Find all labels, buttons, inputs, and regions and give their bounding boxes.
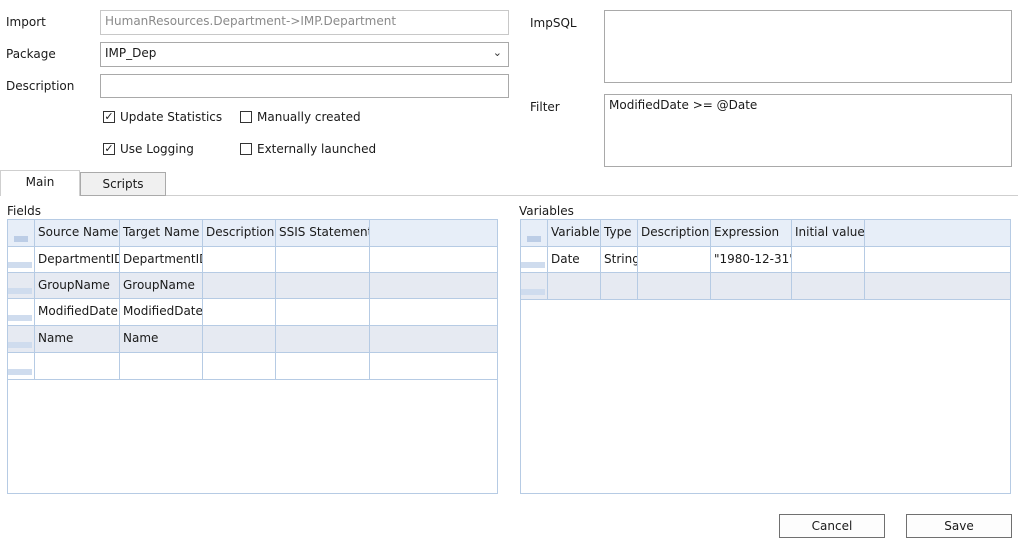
checkmark-icon[interactable]: ✓ xyxy=(103,111,115,123)
cell-description[interactable] xyxy=(203,299,276,326)
cell-ssis-statement[interactable] xyxy=(276,326,370,353)
cell-target-name[interactable]: GroupName xyxy=(120,273,203,299)
table-row[interactable]: ModifiedDate ModifiedDate xyxy=(8,299,497,326)
row-header[interactable] xyxy=(521,273,548,300)
cell-source-name[interactable] xyxy=(35,353,120,380)
cell-source-name[interactable]: Name xyxy=(35,326,120,353)
column-header-expression[interactable]: Expression xyxy=(711,220,792,247)
new-row[interactable] xyxy=(521,273,1010,300)
filter-label: Filter xyxy=(530,100,560,114)
cell-source-name[interactable]: GroupName xyxy=(35,273,120,299)
cancel-button[interactable]: Cancel xyxy=(779,514,885,538)
row-header[interactable] xyxy=(8,353,35,380)
variables-grid[interactable]: Variable Type Description Expression Ini… xyxy=(520,219,1011,494)
cell-ssis-statement[interactable] xyxy=(276,273,370,299)
column-header-ssis-statement[interactable]: SSIS Statement xyxy=(276,220,370,247)
use-logging-label: Use Logging xyxy=(120,142,194,156)
tab-main[interactable]: Main xyxy=(0,170,80,196)
row-header[interactable] xyxy=(8,273,35,299)
column-header-description[interactable]: Description xyxy=(203,220,276,247)
cell-description[interactable] xyxy=(203,353,276,380)
description-field[interactable] xyxy=(100,74,509,98)
cell-ssis-statement[interactable] xyxy=(276,299,370,326)
import-label: Import xyxy=(6,15,46,29)
cell-expression[interactable]: "1980-12-31" xyxy=(711,247,792,273)
cell-expression[interactable] xyxy=(711,273,792,300)
chevron-down-icon[interactable]: ⌄ xyxy=(493,46,502,59)
column-header-description[interactable]: Description xyxy=(638,220,711,247)
column-header-variable[interactable]: Variable xyxy=(548,220,601,247)
fields-header-row: Source Name Target Name Description SSIS… xyxy=(8,220,497,247)
row-header-corner xyxy=(521,220,548,247)
cell-type[interactable] xyxy=(601,273,638,300)
new-row[interactable] xyxy=(8,353,497,380)
table-row[interactable]: GroupName GroupName xyxy=(8,273,497,299)
externally-launched-label: Externally launched xyxy=(257,142,377,156)
row-header[interactable] xyxy=(8,326,35,353)
package-combo-value: IMP_Dep xyxy=(105,46,157,60)
column-header-source-name[interactable]: Source Name xyxy=(35,220,120,247)
column-header-type[interactable]: Type xyxy=(601,220,638,247)
update-statistics-label: Update Statistics xyxy=(120,110,223,124)
tab-scripts[interactable]: Scripts xyxy=(80,172,166,196)
table-row[interactable]: Date String "1980-12-31" xyxy=(521,247,1010,273)
cell-ssis-statement[interactable] xyxy=(276,247,370,273)
checkbox-empty-icon[interactable] xyxy=(240,111,252,123)
table-row[interactable]: Name Name xyxy=(8,326,497,353)
cell-target-name[interactable]: Name xyxy=(120,326,203,353)
package-combo[interactable]: IMP_Dep ⌄ xyxy=(100,42,509,67)
manually-created-label: Manually created xyxy=(257,110,361,124)
checkbox-empty-icon[interactable] xyxy=(240,143,252,155)
save-button[interactable]: Save xyxy=(906,514,1012,538)
cell-target-name[interactable]: DepartmentID xyxy=(120,247,203,273)
row-header[interactable] xyxy=(521,247,548,273)
checkmark-icon[interactable]: ✓ xyxy=(103,143,115,155)
cell-description[interactable] xyxy=(203,326,276,353)
cell-source-name[interactable]: ModifiedDate xyxy=(35,299,120,326)
cell-variable[interactable] xyxy=(548,273,601,300)
cell-description[interactable] xyxy=(638,247,711,273)
fields-grid[interactable]: Source Name Target Name Description SSIS… xyxy=(7,219,498,494)
cell-initial-value[interactable] xyxy=(792,247,865,273)
cell-source-name[interactable]: DepartmentID xyxy=(35,247,120,273)
filter-textarea[interactable]: ModifiedDate >= @Date xyxy=(604,94,1012,167)
table-row[interactable]: DepartmentID DepartmentID xyxy=(8,247,497,273)
impsql-textarea[interactable] xyxy=(604,10,1012,83)
fields-title: Fields xyxy=(7,204,41,218)
column-header-initial-value[interactable]: Initial value xyxy=(792,220,865,247)
description-label: Description xyxy=(6,79,75,93)
package-label: Package xyxy=(6,47,56,61)
cell-target-name[interactable]: ModifiedDate xyxy=(120,299,203,326)
variables-header-row: Variable Type Description Expression Ini… xyxy=(521,220,1010,247)
cell-description[interactable] xyxy=(638,273,711,300)
cell-initial-value[interactable] xyxy=(792,273,865,300)
impsql-label: ImpSQL xyxy=(530,16,577,30)
externally-launched-checkbox[interactable]: Externally launched xyxy=(240,142,376,156)
cell-description[interactable] xyxy=(203,273,276,299)
row-header-corner xyxy=(8,220,35,247)
cell-type[interactable]: String xyxy=(601,247,638,273)
cell-variable[interactable]: Date xyxy=(548,247,601,273)
variables-title: Variables xyxy=(519,204,574,218)
column-header-target-name[interactable]: Target Name xyxy=(120,220,203,247)
cell-description[interactable] xyxy=(203,247,276,273)
import-field: HumanResources.Department->IMP.Departmen… xyxy=(100,10,509,35)
row-header[interactable] xyxy=(8,299,35,326)
update-statistics-checkbox[interactable]: ✓ Update Statistics xyxy=(103,110,222,124)
use-logging-checkbox[interactable]: ✓ Use Logging xyxy=(103,142,194,156)
cell-ssis-statement[interactable] xyxy=(276,353,370,380)
manually-created-checkbox[interactable]: Manually created xyxy=(240,110,361,124)
row-header[interactable] xyxy=(8,247,35,273)
cell-target-name[interactable] xyxy=(120,353,203,380)
